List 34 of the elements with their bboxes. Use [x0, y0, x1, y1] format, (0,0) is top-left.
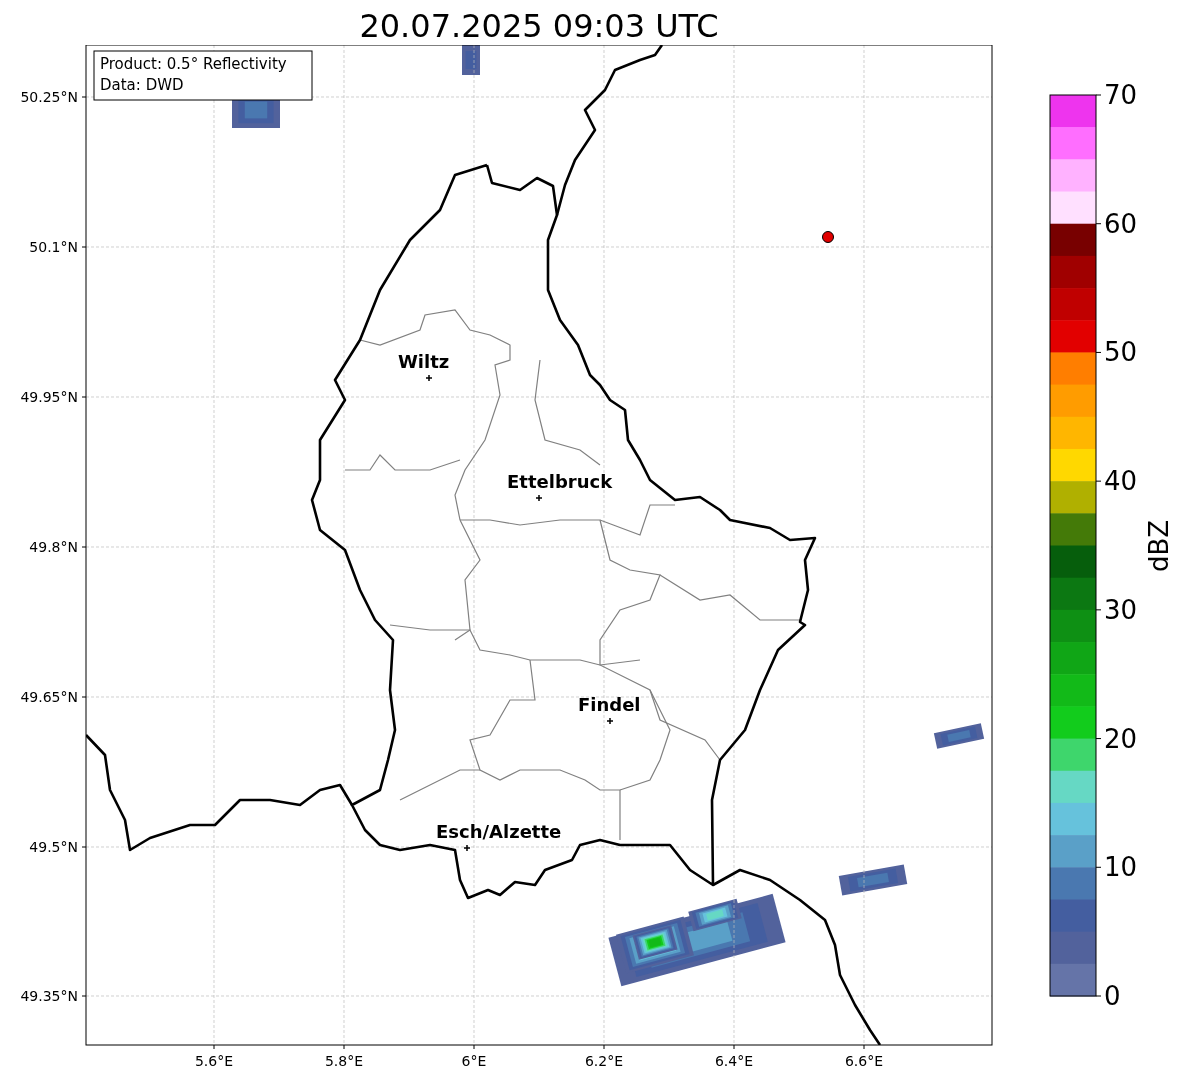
info-text: Product: 0.5° Reflectivity: [100, 55, 287, 73]
colorbar-tick-label: 40: [1104, 466, 1138, 497]
longitude-label: 5.8°E: [324, 1053, 364, 1069]
latitude-label: 49.65°N: [20, 689, 78, 705]
city-label: Findel: [578, 694, 641, 715]
colorbar-tick-label: 60: [1104, 208, 1138, 239]
latitude-label: 49.8°N: [29, 539, 78, 555]
city-label: Wiltz: [398, 351, 450, 372]
latitude-label: 49.5°N: [29, 839, 78, 855]
longitude-label: 6.6°E: [844, 1053, 884, 1069]
colorbar-tick-label: 30: [1104, 594, 1138, 625]
colorbar-label: dBZ: [1144, 519, 1174, 573]
city-marker-icon: [463, 844, 471, 852]
city-label: Esch/Alzette: [436, 821, 562, 842]
longitude-label: 6°E: [461, 1053, 487, 1069]
longitude-label: 6.2°E: [584, 1053, 624, 1069]
radar-site-marker: [822, 231, 834, 243]
longitude-label: 5.6°E: [194, 1053, 234, 1069]
longitude-label: 6.4°E: [714, 1053, 754, 1069]
city-marker-icon: [425, 374, 433, 382]
city-marker-icon: [535, 494, 543, 502]
colorbar-tick-label: 50: [1104, 337, 1138, 368]
city-label: Ettelbruck: [507, 471, 613, 492]
colorbar-tick-label: 70: [1104, 80, 1138, 110]
latitude-label: 49.95°N: [20, 389, 78, 405]
colorbar-tick-label: 10: [1104, 852, 1138, 883]
city-marker-icon: [606, 717, 614, 725]
latitude-label: 49.35°N: [20, 988, 78, 1004]
colorbar-tick-label: 0: [1104, 981, 1121, 1011]
map-title: 20.07.2025 09:03 UTC: [358, 6, 720, 45]
latitude-label: 50.25°N: [20, 89, 78, 105]
latitude-label: 50.1°N: [29, 239, 78, 255]
info-text: Data: DWD: [100, 76, 184, 94]
colorbar-tick-label: 20: [1104, 723, 1138, 754]
